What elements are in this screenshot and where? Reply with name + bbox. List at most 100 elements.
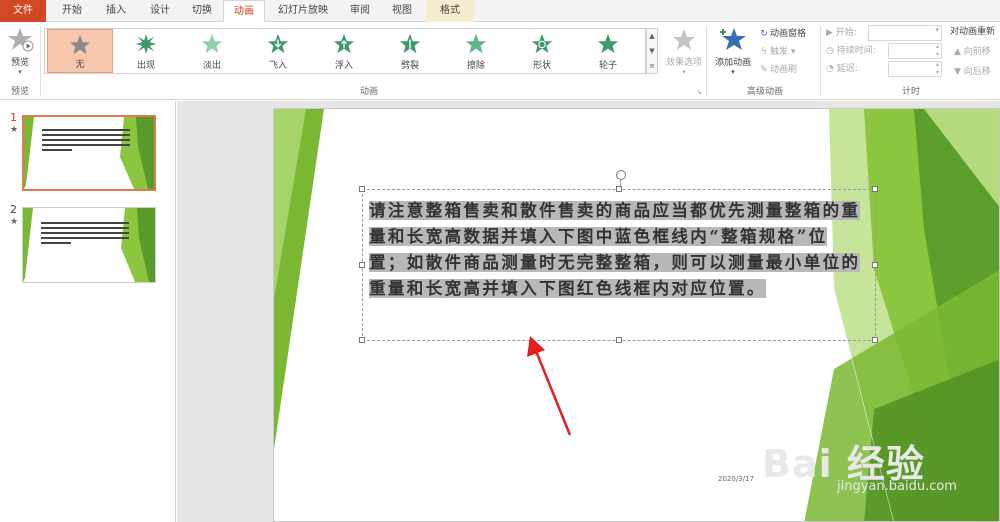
tab-insert[interactable]: 插入 bbox=[96, 0, 136, 22]
group-label-animation: 动画 bbox=[359, 87, 378, 97]
effect-options-label: 效果选项 bbox=[665, 58, 702, 68]
animation-pane-label: 动画窗格 bbox=[770, 29, 807, 39]
scroll-up-icon[interactable]: ▲ bbox=[647, 29, 657, 44]
dropdown-arrow-icon: ▾ bbox=[18, 68, 22, 76]
baidu-watermark: Bai 经验 jingyan.baidu.com bbox=[762, 433, 957, 494]
spinner-icon: ▴ ▾ bbox=[935, 43, 939, 58]
animation-wipe[interactable]: 擦除 bbox=[443, 29, 509, 73]
slide-thumbnail-panel: 1 ★ 2 ★ bbox=[0, 101, 176, 522]
animation-label: 浮入 bbox=[334, 61, 353, 71]
dropdown-arrow-icon: ▾ bbox=[935, 26, 939, 34]
slide-thumbnail-1[interactable] bbox=[22, 115, 156, 191]
slide-number: 1 bbox=[10, 111, 17, 124]
star-float-in-icon bbox=[333, 33, 355, 54]
tab-animations[interactable]: 动画 bbox=[223, 0, 265, 23]
start-label: ▶ 开始: bbox=[826, 28, 857, 38]
animation-pane-button[interactable]: ↻ 动画窗格 bbox=[758, 26, 806, 42]
painter-icon: ✎ bbox=[760, 65, 768, 75]
animation-pane-icon: ↻ bbox=[760, 29, 768, 39]
duration-input[interactable]: ▴ ▾ bbox=[888, 43, 942, 59]
animation-painter-label: 动画刷 bbox=[770, 65, 798, 75]
animation-marker-icon: ★ bbox=[10, 125, 19, 135]
lightning-icon: ϟ bbox=[761, 47, 767, 57]
star-fly-in-icon bbox=[267, 33, 289, 54]
star-wheel-icon bbox=[597, 33, 619, 54]
add-animation-label: 添加动画 bbox=[714, 58, 751, 68]
effect-options-button[interactable]: 效果选项 ▾ bbox=[662, 28, 706, 78]
animation-label: 轮子 bbox=[598, 61, 617, 71]
animation-appear[interactable]: 出现 bbox=[113, 29, 179, 73]
animation-marker-icon: ★ bbox=[10, 217, 19, 227]
tab-transitions[interactable]: 切换 bbox=[182, 0, 222, 22]
gallery-scroll[interactable]: ▲ ▼ ≡ bbox=[646, 28, 658, 74]
animation-label: 劈裂 bbox=[400, 61, 419, 71]
move-earlier-button[interactable]: ▲ 向前移 bbox=[954, 44, 991, 60]
trigger-label: 触发 bbox=[770, 47, 789, 57]
animation-label: 擦除 bbox=[466, 61, 485, 71]
triangle-down-icon: ▼ bbox=[954, 67, 964, 77]
reorder-title: 对动画重新 bbox=[950, 27, 996, 37]
thumbnail-preview bbox=[23, 208, 155, 282]
star-wipe-icon bbox=[465, 33, 487, 54]
slide-thumbnail-2[interactable] bbox=[22, 207, 156, 283]
tab-slideshow[interactable]: 幻灯片放映 bbox=[268, 0, 338, 22]
group-separator bbox=[706, 26, 707, 96]
slide-number: 2 bbox=[10, 203, 17, 216]
animation-none[interactable]: 无 bbox=[47, 29, 113, 73]
animation-label: 形状 bbox=[532, 61, 551, 71]
tab-design[interactable]: 设计 bbox=[140, 0, 180, 22]
dropdown-arrow-icon: ▾ bbox=[682, 68, 686, 76]
add-animation-icon bbox=[720, 28, 746, 50]
preview-star-icon bbox=[8, 28, 34, 52]
gallery-more-icon[interactable]: ≡ bbox=[647, 59, 657, 74]
preview-label: 预览 bbox=[10, 58, 29, 68]
animation-split[interactable]: 劈裂 bbox=[377, 29, 443, 73]
start-select[interactable]: ▾ bbox=[868, 25, 942, 41]
scroll-down-icon[interactable]: ▼ bbox=[647, 44, 657, 59]
watermark-url: jingyan.baidu.com bbox=[837, 479, 957, 494]
tab-home[interactable]: 开始 bbox=[52, 0, 92, 22]
star-split-icon bbox=[399, 33, 421, 54]
group-separator bbox=[820, 26, 821, 96]
current-slide[interactable]: 请注意整箱售卖和散件售卖的商品应当都优先测量整箱的重量和长宽高数据并填入下图中蓝… bbox=[273, 108, 1000, 522]
animation-gallery: 无 出现 淡出 飞入 浮入 劈裂 擦除 形状 轮子 bbox=[44, 28, 646, 74]
group-label-advanced: 高级动画 bbox=[746, 87, 783, 97]
thumbnail-preview bbox=[24, 117, 154, 189]
group-label-preview: 预览 bbox=[10, 87, 29, 97]
move-later-button[interactable]: ▼ 向后移 bbox=[954, 64, 991, 80]
animation-wheel[interactable]: 轮子 bbox=[575, 29, 641, 73]
animation-fade[interactable]: 淡出 bbox=[179, 29, 245, 73]
dropdown-arrow-icon: ▾ bbox=[731, 68, 735, 76]
delay-label: ◔ 延迟: bbox=[826, 64, 858, 74]
tab-file[interactable]: 文件 bbox=[0, 0, 46, 22]
triangle-up-icon: ▲ bbox=[954, 47, 964, 57]
clock-icon: ◷ bbox=[826, 46, 837, 56]
animation-label: 出现 bbox=[136, 61, 155, 71]
animation-label: 淡出 bbox=[202, 61, 221, 71]
star-fade-icon bbox=[201, 33, 223, 54]
duration-label: ◷ 持续时间: bbox=[826, 46, 876, 56]
tab-format[interactable]: 格式 bbox=[426, 0, 474, 22]
add-animation-button[interactable]: 添加动画 ▾ bbox=[710, 26, 756, 78]
animation-painter-button[interactable]: ✎ 动画刷 bbox=[758, 62, 797, 78]
preview-button[interactable]: 预览 ▾ bbox=[4, 26, 36, 76]
slide-date: 2020/3/17 bbox=[718, 475, 754, 483]
group-separator bbox=[40, 26, 41, 96]
tab-view[interactable]: 视图 bbox=[382, 0, 422, 22]
play-icon: ▶ bbox=[826, 28, 836, 38]
star-none-icon bbox=[69, 34, 91, 55]
trigger-button[interactable]: ϟ 触发 ▾ bbox=[758, 44, 795, 60]
animation-float-in[interactable]: 浮入 bbox=[311, 29, 377, 73]
animation-label: 飞入 bbox=[268, 61, 287, 71]
slide-editing-area: 请注意整箱售卖和散件售卖的商品应当都优先测量整箱的重量和长宽高数据并填入下图中蓝… bbox=[177, 101, 1000, 522]
delay-clock-icon: ◔ bbox=[826, 64, 837, 74]
animation-shape[interactable]: 形状 bbox=[509, 29, 575, 73]
tab-review[interactable]: 审阅 bbox=[340, 0, 380, 22]
group-label-timing: 计时 bbox=[901, 87, 920, 97]
ribbon: 预览 ▾ 预览 无 出现 淡出 飞入 浮入 劈裂 擦除 形状 轮子 ▲ ▼ ≡ … bbox=[0, 22, 1000, 100]
dialog-launcher-icon[interactable]: ↘ bbox=[696, 88, 702, 96]
animation-fly-in[interactable]: 飞入 bbox=[245, 29, 311, 73]
delay-input[interactable]: ▴ ▾ bbox=[888, 61, 942, 77]
star-burst-icon bbox=[135, 33, 157, 55]
ribbon-tab-bar: 文件 开始 插入 设计 切换 动画 幻灯片放映 审阅 视图 格式 bbox=[0, 0, 1000, 23]
